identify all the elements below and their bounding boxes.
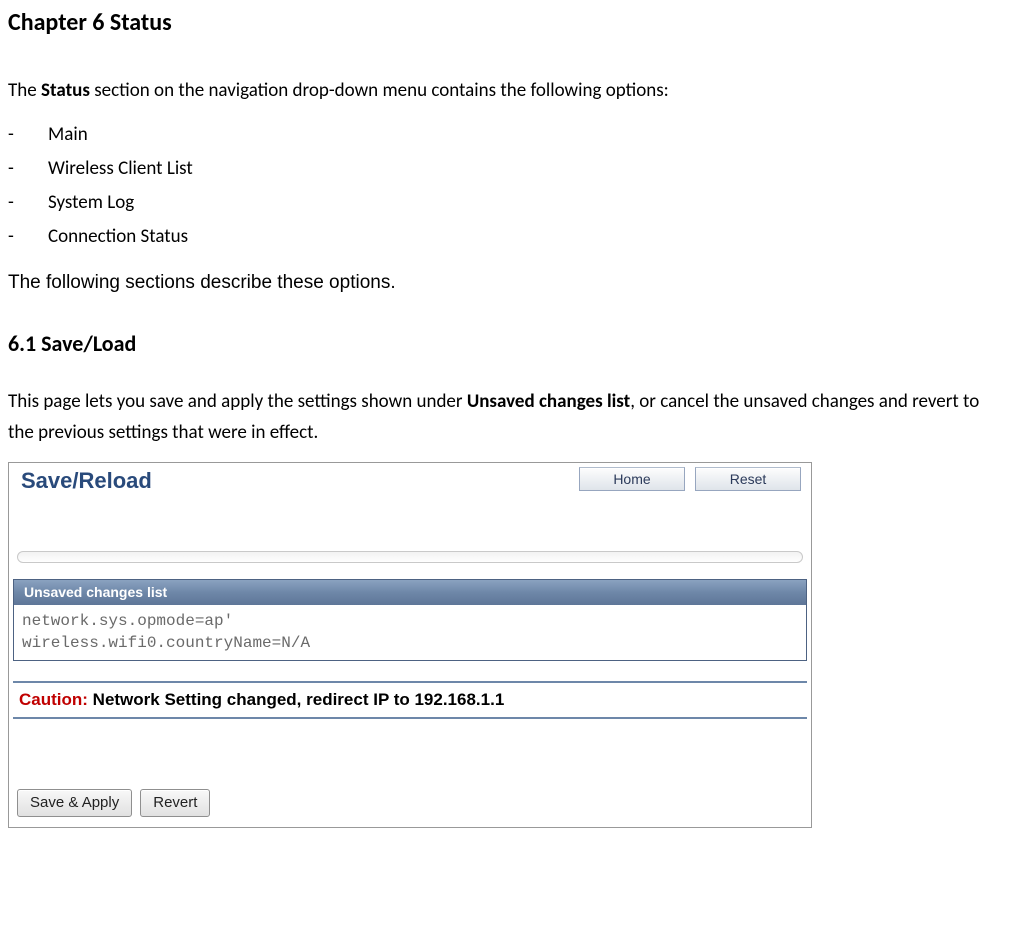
section-bold: Unsaved changes list — [467, 390, 630, 413]
panel-title: Save/Reload — [21, 469, 152, 493]
caution-text: Network Setting changed, redirect IP to … — [88, 690, 504, 709]
section-text-1: This page lets you save and apply the se… — [8, 390, 467, 413]
save-apply-button[interactable]: Save & Apply — [17, 789, 132, 817]
list-item: Connection Status — [8, 220, 1008, 254]
list-item: Main — [8, 118, 1008, 152]
unsaved-changes-header: Unsaved changes list — [13, 579, 807, 605]
list-item: System Log — [8, 186, 1008, 220]
section-heading: 6.1 Save/Load — [8, 330, 1008, 357]
caution-label: Caution: — [19, 690, 88, 709]
revert-button[interactable]: Revert — [140, 789, 210, 817]
describe-paragraph: The following sections describe these op… — [8, 272, 1008, 294]
section-paragraph: This page lets you save and apply the se… — [8, 387, 1008, 448]
intro-prefix: The — [8, 79, 41, 102]
unsaved-changes-body: network.sys.opmode=ap' wireless.wifi0.co… — [13, 605, 807, 661]
chapter-title: Chapter 6 Status — [8, 8, 1008, 37]
divider-band — [17, 551, 803, 563]
intro-paragraph: The Status section on the navigation dro… — [8, 77, 1008, 106]
options-list: Main Wireless Client List System Log Con… — [8, 118, 1008, 255]
intro-bold: Status — [41, 79, 90, 102]
caution-bar: Caution: Network Setting changed, redire… — [13, 681, 807, 719]
intro-suffix: section on the navigation drop-down menu… — [90, 79, 669, 102]
save-reload-panel: Save/Reload Home Reset Unsaved changes l… — [8, 462, 812, 828]
home-button[interactable]: Home — [579, 467, 685, 491]
list-item: Wireless Client List — [8, 152, 1008, 186]
reset-button[interactable]: Reset — [695, 467, 801, 491]
